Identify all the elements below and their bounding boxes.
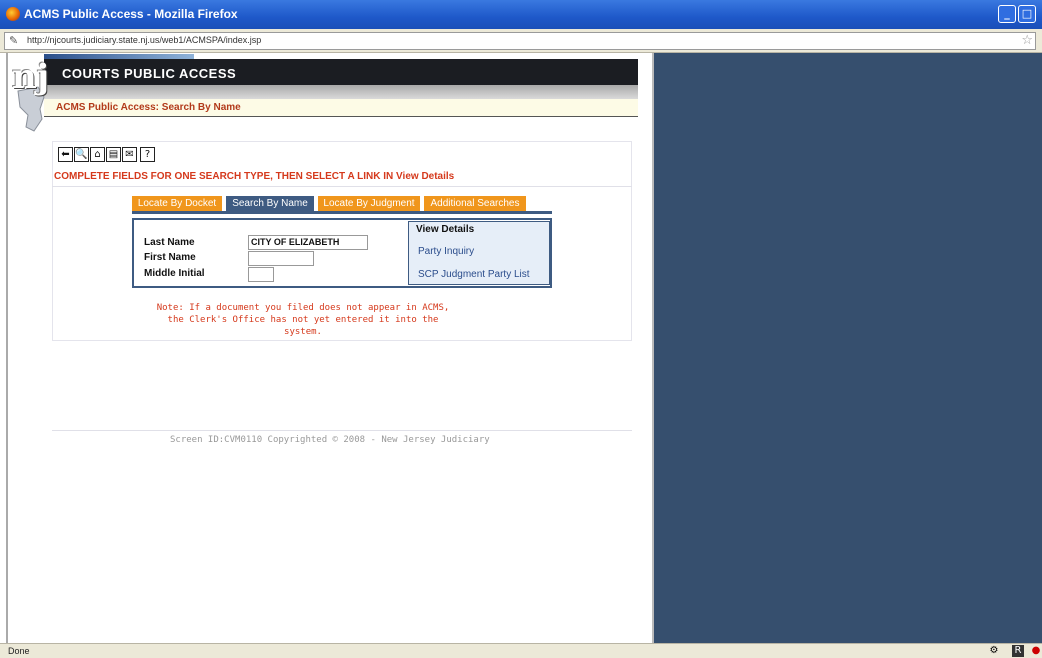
minimize-button[interactable]: _: [998, 5, 1016, 23]
nj-logo: nj: [12, 57, 52, 135]
browser-window: ACMS Public Access - Mozilla Firefox _ □…: [0, 0, 1042, 658]
magnify-icon[interactable]: 🔍: [74, 147, 89, 162]
tab-search-by-name[interactable]: Search By Name: [226, 196, 314, 211]
first-name-label: First Name: [144, 252, 196, 263]
search-form: Last Name CITY OF ELIZABETH First Name M…: [132, 218, 552, 288]
nj-logo-text: nj: [12, 57, 50, 97]
brand-title: COURTS PUBLIC ACCESS: [62, 66, 237, 81]
back-arrow-icon[interactable]: ⬅: [58, 147, 73, 162]
breadcrumb-bar: ACMS Public Access: Search By Name: [44, 99, 638, 117]
status-addon-icon[interactable]: ●: [1030, 645, 1042, 657]
divider: [52, 186, 632, 187]
help-icon[interactable]: ?: [140, 147, 155, 162]
last-name-label: Last Name: [144, 237, 195, 248]
right-panel: [654, 53, 1042, 643]
note-text: Note: If a document you filed does not a…: [156, 303, 450, 337]
footer-copyright: Screen ID:CVM0110 Copyrighted © 2008 - N…: [170, 435, 490, 445]
address-bar: ✎ http://njcourts.judiciary.state.nj.us/…: [0, 29, 1042, 53]
firefox-icon: [6, 7, 20, 21]
tab-additional-searches[interactable]: Additional Searches: [424, 196, 526, 211]
last-name-field[interactable]: CITY OF ELIZABETH: [248, 235, 368, 250]
url-text: http://njcourts.judiciary.state.nj.us/we…: [27, 35, 262, 45]
view-details-title: View Details: [416, 224, 475, 235]
url-field[interactable]: ✎ http://njcourts.judiciary.state.nj.us/…: [4, 32, 1036, 50]
title-bar: ACMS Public Access - Mozilla Firefox _ □: [0, 0, 1042, 29]
first-name-field[interactable]: [248, 251, 314, 266]
status-text: Done: [8, 646, 30, 656]
tab-underline: [132, 211, 552, 214]
page-frame: COURTS PUBLIC ACCESS ACMS Public Access:…: [6, 53, 654, 643]
header-grey-bar: [44, 85, 638, 99]
middle-initial-field[interactable]: [248, 267, 274, 282]
party-inquiry-link[interactable]: Party Inquiry: [418, 246, 474, 257]
star-icon[interactable]: ☆: [1021, 33, 1033, 48]
site-header: COURTS PUBLIC ACCESS ACMS Public Access:…: [8, 53, 652, 132]
breadcrumb: ACMS Public Access: Search By Name: [56, 102, 241, 113]
status-bar: Done ⚙ R ●: [0, 643, 1042, 658]
brand-bar: COURTS PUBLIC ACCESS: [44, 59, 638, 85]
tab-locate-by-judgment[interactable]: Locate By Judgment: [318, 196, 420, 211]
r-addon-icon[interactable]: R: [1012, 645, 1024, 657]
page-icon: ✎: [9, 34, 19, 47]
home-icon[interactable]: ⌂: [90, 147, 105, 162]
footer-divider: [52, 430, 632, 431]
view-details-panel: View Details Party Inquiry SCP Judgment …: [408, 221, 550, 285]
addon-icon[interactable]: ⚙: [988, 645, 1000, 657]
window-title: ACMS Public Access - Mozilla Firefox: [24, 7, 238, 21]
instruction-text: COMPLETE FIELDS FOR ONE SEARCH TYPE, THE…: [54, 171, 455, 182]
tab-locate-by-docket[interactable]: Locate By Docket: [132, 196, 222, 211]
scp-judgment-party-list-link[interactable]: SCP Judgment Party List: [418, 269, 530, 280]
maximize-button[interactable]: □: [1018, 5, 1036, 23]
middle-initial-label: Middle Initial: [144, 268, 205, 279]
email-icon[interactable]: ✉: [122, 147, 137, 162]
print-icon[interactable]: ▤: [106, 147, 121, 162]
